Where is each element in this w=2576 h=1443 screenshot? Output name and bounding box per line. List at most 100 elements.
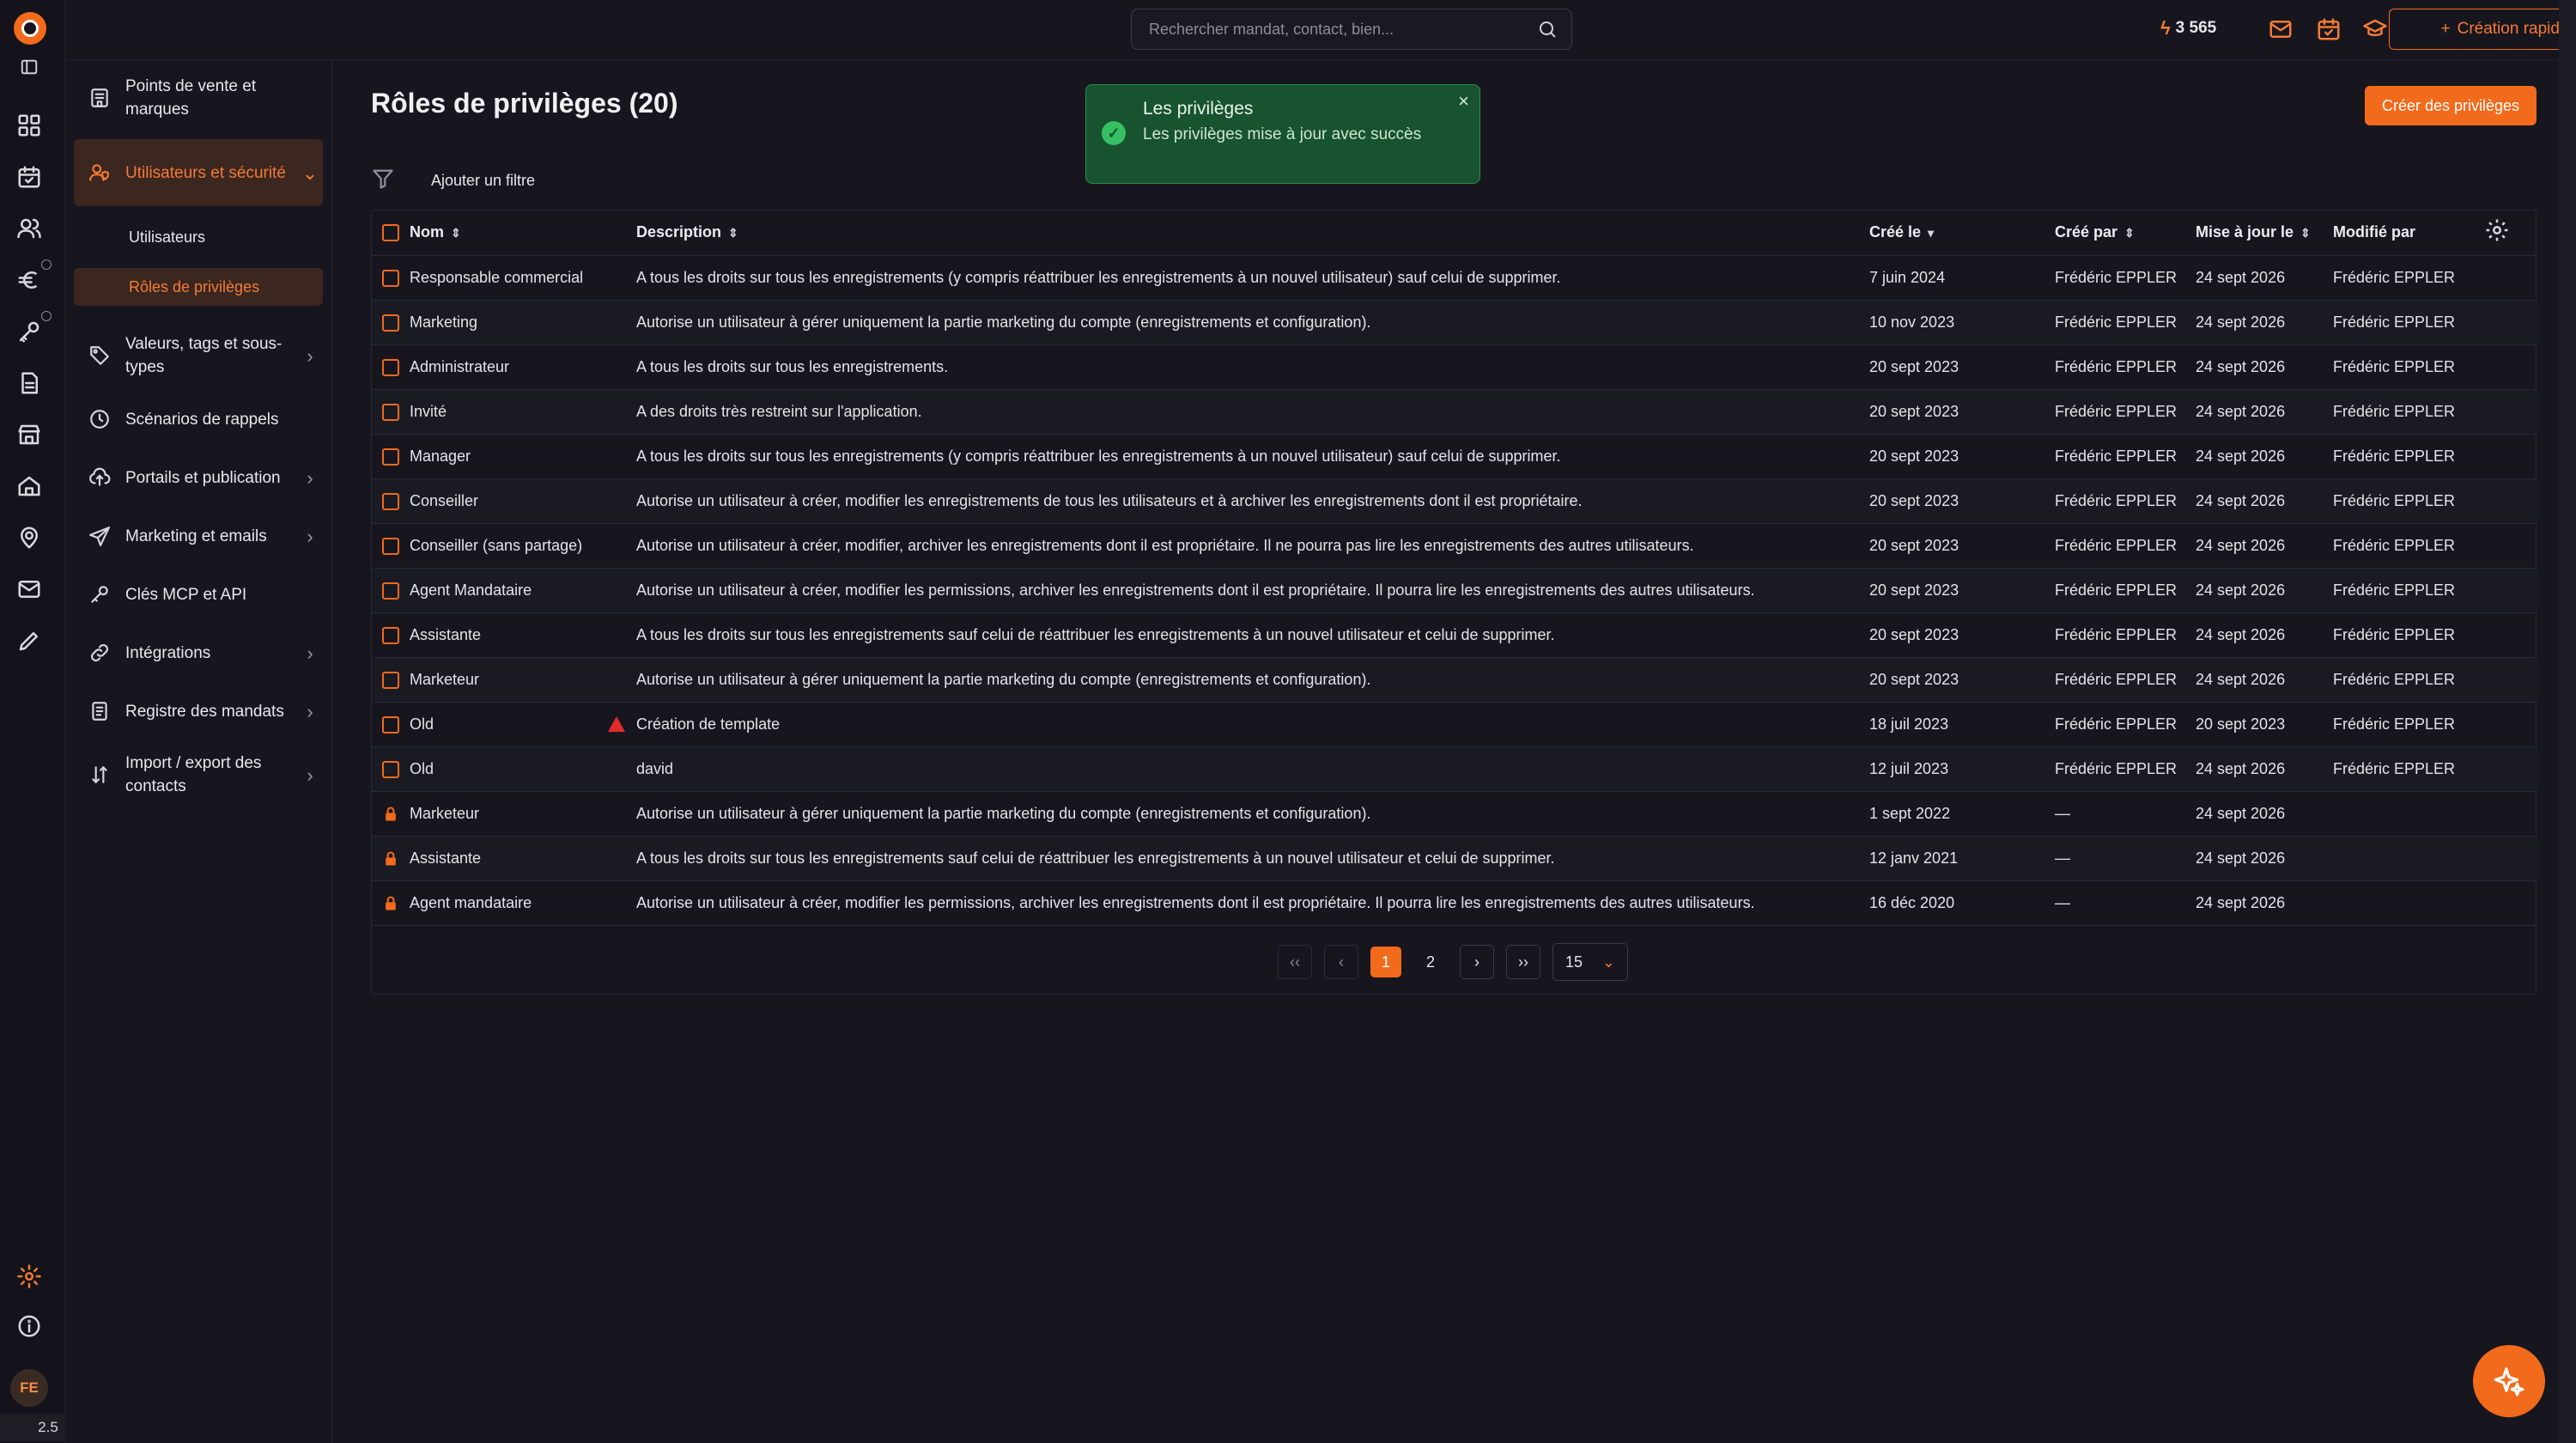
- quick-create-button[interactable]: + Création rapide: [2389, 9, 2576, 50]
- credits-counter[interactable]: ϟ 3 565: [2160, 17, 2216, 40]
- clock-icon: [74, 408, 125, 430]
- store-icon[interactable]: [14, 419, 45, 450]
- select-all-checkbox[interactable]: [382, 224, 399, 242]
- row-checkbox[interactable]: [382, 492, 399, 510]
- settings-icon[interactable]: [14, 1261, 45, 1292]
- column-header-created-by[interactable]: Créé par ⇕: [2055, 210, 2196, 256]
- calendar-icon[interactable]: [2313, 14, 2344, 45]
- create-privileges-button[interactable]: Créer des privilèges: [2365, 86, 2537, 125]
- sidebar-item-marketing-emails[interactable]: Marketing et emails ›: [74, 515, 323, 557]
- table-row[interactable]: Assistante A tous les droits sur tous les…: [372, 612, 2537, 658]
- page-1-button[interactable]: 1: [1370, 947, 1401, 977]
- euro-icon[interactable]: [14, 259, 52, 295]
- mail-icon[interactable]: [14, 574, 45, 605]
- row-checkbox[interactable]: [382, 403, 399, 421]
- cell-modified-by: Frédéric EPPLER: [2333, 389, 2484, 435]
- table-body: Responsable commercial A tous les droits …: [372, 255, 2537, 926]
- app-logo[interactable]: [14, 12, 46, 45]
- table-row[interactable]: Assistante A tous les droits sur tous les…: [372, 836, 2537, 881]
- row-checkbox[interactable]: [382, 760, 399, 778]
- sidebar-item-scenarios-rappels[interactable]: Scénarios de rappels: [74, 399, 323, 440]
- search-input[interactable]: Rechercher mandat, contact, bien...: [1131, 9, 1572, 50]
- avatar[interactable]: FE: [10, 1369, 48, 1407]
- tag-icon: [74, 344, 125, 367]
- sidebar-item-registre-mandats[interactable]: Registre des mandats ›: [74, 691, 323, 732]
- cell-description: A tous les droits sur tous les enregistr…: [636, 344, 1869, 390]
- table-row[interactable]: Agent mandataire Autorise un utilisateur …: [372, 880, 2537, 926]
- row-checkbox[interactable]: [382, 448, 399, 466]
- column-header-modified-by[interactable]: Modifié par: [2333, 210, 2484, 256]
- row-checkbox[interactable]: [382, 269, 399, 287]
- cell-created-by: Frédéric EPPLER: [2055, 478, 2196, 524]
- row-checkbox[interactable]: [382, 715, 399, 734]
- table-row[interactable]: Old david 12 juil 2023 Frédéric EPPLER 24 se…: [372, 746, 2537, 792]
- table-row[interactable]: Marketing Autorise un utilisateur à gérer…: [372, 300, 2537, 345]
- window-edge: [2559, 0, 2576, 1443]
- column-header-updated[interactable]: Mise à jour le ⇕: [2196, 210, 2333, 256]
- sidebar-subitem-roles-privileges[interactable]: Rôles de privilèges: [74, 268, 323, 306]
- cell-description: Autorise un utilisateur à créer, modifie…: [636, 568, 1869, 613]
- row-end-cell: [2484, 255, 2537, 301]
- mail-icon[interactable]: [2265, 14, 2296, 45]
- assistant-fab-button[interactable]: [2473, 1345, 2545, 1417]
- sidebar-item-valeurs-tags[interactable]: Valeurs, tags et sous-types ›: [74, 328, 323, 383]
- pen-icon[interactable]: [14, 625, 45, 656]
- table-row[interactable]: Marketeur Autorise un utilisateur à gérer…: [372, 657, 2537, 703]
- graduation-cap-icon[interactable]: [2360, 14, 2391, 45]
- first-page-button[interactable]: ‹‹: [1278, 945, 1312, 979]
- document-icon[interactable]: [14, 368, 45, 399]
- row-checkbox[interactable]: [382, 314, 399, 332]
- row-checkbox[interactable]: [382, 581, 399, 600]
- key-icon[interactable]: [14, 311, 52, 347]
- table-row[interactable]: Invité A des droits très restreint sur l'…: [372, 389, 2537, 435]
- sidebar-item-utilisateurs-securite[interactable]: Utilisateurs et sécurité ⌄: [74, 139, 323, 206]
- cell-name: Marketing: [410, 300, 636, 345]
- table-row[interactable]: Agent Mandataire Autorise un utilisateur …: [372, 568, 2537, 613]
- table-row[interactable]: Responsable commercial A tous les droits …: [372, 255, 2537, 301]
- close-icon[interactable]: ×: [1458, 90, 1469, 113]
- info-icon[interactable]: [14, 1311, 45, 1342]
- row-end-cell: [2484, 880, 2537, 926]
- pagination: ‹‹ ‹ 1 2 › ›› 15 ⌄: [1278, 943, 1628, 981]
- row-checkbox[interactable]: [382, 671, 399, 689]
- column-header-name[interactable]: Nom ⇕: [410, 210, 636, 256]
- row-checkbox[interactable]: [382, 626, 399, 644]
- prev-page-button[interactable]: ‹: [1324, 945, 1358, 979]
- table-row[interactable]: Marketeur Autorise un utilisateur à gérer…: [372, 791, 2537, 837]
- add-filter-button[interactable]: Ajouter un filtre: [431, 172, 535, 190]
- sidebar-subitem-utilisateurs[interactable]: Utilisateurs: [74, 218, 323, 256]
- row-select-cell: [372, 389, 410, 435]
- table-settings-icon[interactable]: [2484, 210, 2537, 256]
- sidebar-item-portails-publication[interactable]: Portails et publication ›: [74, 457, 323, 498]
- page-size-select[interactable]: 15 ⌄: [1552, 943, 1628, 981]
- column-header-created[interactable]: Créé le ▾: [1869, 210, 2055, 256]
- table-row[interactable]: Manager A tous les droits sur tous les en…: [372, 434, 2537, 479]
- cell-name: Marketeur: [410, 791, 636, 837]
- row-checkbox[interactable]: [382, 358, 399, 376]
- calendar-check-icon[interactable]: [14, 161, 45, 192]
- table-row[interactable]: Conseiller Autorise un utilisateur à crée…: [372, 478, 2537, 524]
- next-page-button[interactable]: ›: [1460, 945, 1494, 979]
- sidebar-item-integrations[interactable]: Intégrations ›: [74, 632, 323, 673]
- table-row[interactable]: Old Création de template 18 juil 2023 Frédé…: [372, 702, 2537, 747]
- sidebar-item-import-export[interactable]: Import / export des contacts ›: [74, 747, 323, 802]
- filter-bar[interactable]: Ajouter un filtre: [371, 163, 535, 198]
- sidebar-item-label: Valeurs, tags et sous-types: [125, 335, 283, 376]
- table-row[interactable]: Administrateur A tous les droits sur tous…: [372, 344, 2537, 390]
- column-header-description[interactable]: Description ⇕: [636, 210, 1869, 256]
- home-icon[interactable]: [14, 471, 45, 502]
- row-checkbox[interactable]: [382, 537, 399, 555]
- location-icon[interactable]: [14, 522, 45, 553]
- sidebar-item-points-de-vente[interactable]: Points de vente et marques: [74, 72, 323, 124]
- sidebar-toggle-icon[interactable]: [14, 52, 45, 82]
- last-page-button[interactable]: ››: [1506, 945, 1540, 979]
- cell-created: 20 sept 2023: [1869, 434, 2055, 479]
- sidebar-item-cles-api[interactable]: Clés MCP et API: [74, 574, 323, 615]
- cell-description: A tous les droits sur tous les enregistr…: [636, 836, 1869, 881]
- search-placeholder: Rechercher mandat, contact, bien...: [1149, 20, 1394, 38]
- dashboard-icon[interactable]: [14, 110, 45, 141]
- page-2-button[interactable]: 2: [1413, 945, 1448, 979]
- table-row[interactable]: Conseiller (sans partage) Autorise un uti…: [372, 523, 2537, 569]
- contacts-icon[interactable]: [14, 213, 45, 244]
- cell-created: 20 sept 2023: [1869, 478, 2055, 524]
